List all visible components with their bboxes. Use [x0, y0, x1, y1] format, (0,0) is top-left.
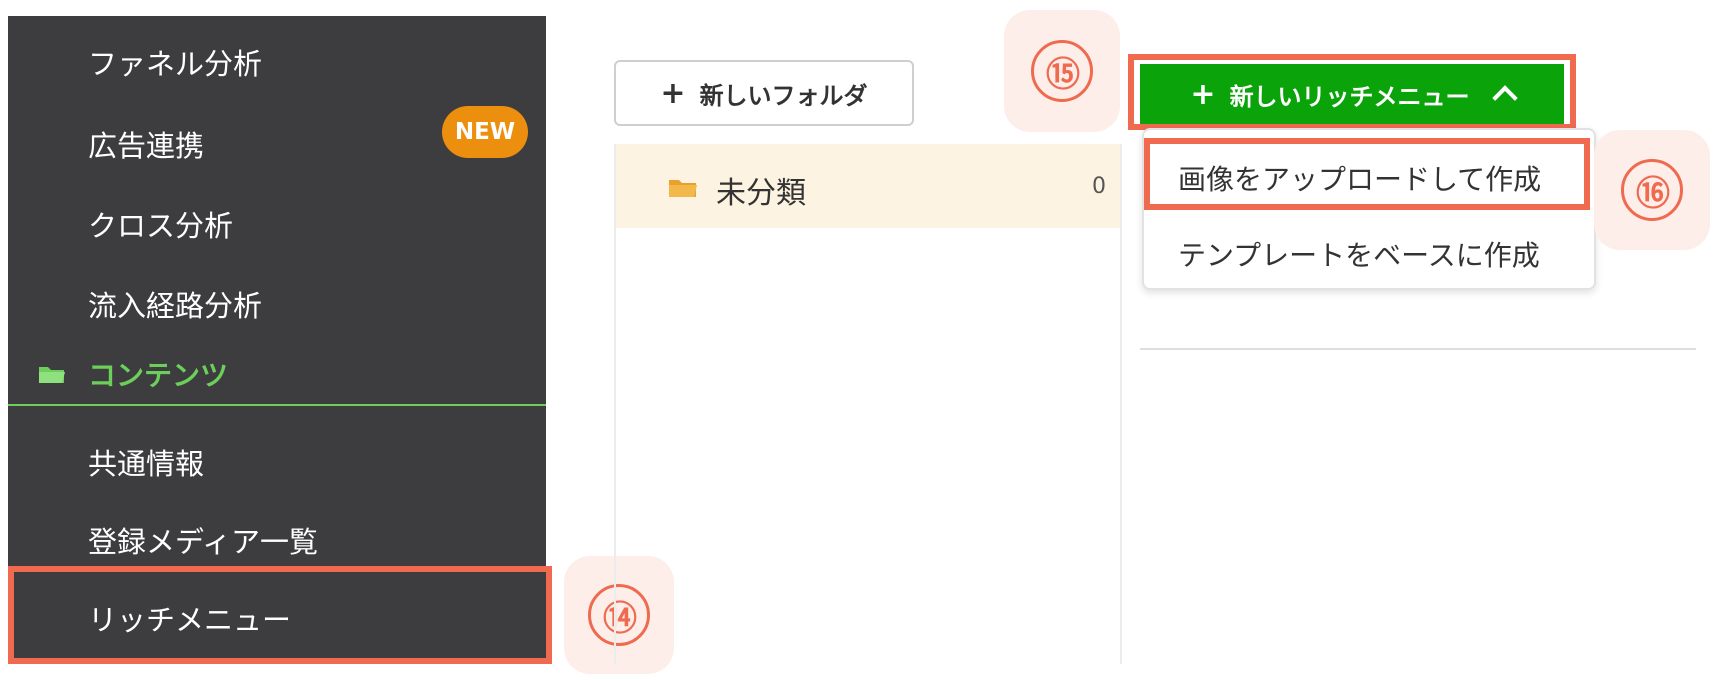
folder-row[interactable]: 未分類 0 — [616, 144, 1120, 228]
folder-count: 0 — [1092, 174, 1106, 199]
step-16-badge: ⑯ — [1594, 130, 1710, 250]
sidebar-item-cross-analysis[interactable]: クロス分析 — [88, 212, 233, 241]
sidebar-section-contents[interactable]: コンテンツ — [38, 354, 228, 394]
sidebar-section-label: コンテンツ — [88, 359, 229, 392]
content-divider — [1140, 348, 1696, 350]
folder-list: 未分類 0 — [614, 144, 1122, 664]
new-rich-menu-label: 新しいリッチメニュー — [1229, 82, 1470, 111]
sidebar-item-media-list[interactable]: 登録メディア一覧 — [88, 528, 318, 557]
folder-icon — [668, 178, 698, 198]
sidebar-item-inflow-route-analysis[interactable]: 流入経路分析 — [88, 292, 262, 321]
new-folder-button[interactable]: + 新しいフォルダ — [614, 60, 914, 126]
highlight-upload-image — [1144, 138, 1590, 210]
new-folder-label: 新しいフォルダ — [699, 81, 868, 110]
plus-icon: + — [660, 75, 686, 111]
plus-icon: + — [1190, 76, 1216, 112]
section-divider — [8, 404, 546, 406]
step-16-number: ⑯ — [1621, 159, 1683, 221]
step-15-badge: ⑮ — [1004, 10, 1120, 132]
chevron-up-icon — [1491, 85, 1518, 111]
folder-name: 未分類 — [716, 176, 806, 211]
menu-item-from-template[interactable]: テンプレートをベースに作成 — [1178, 234, 1540, 274]
highlight-rich-menu — [8, 566, 552, 664]
sidebar-item-funnel-analysis[interactable]: ファネル分析 — [88, 50, 262, 79]
step-15-number: ⑮ — [1031, 40, 1093, 102]
sidebar-item-ad-integration[interactable]: 広告連携 — [88, 132, 204, 161]
sidebar-item-common-info[interactable]: 共通情報 — [88, 450, 204, 479]
new-rich-menu-button[interactable]: + 新しいリッチメニュー — [1140, 64, 1564, 124]
folder-icon — [38, 364, 66, 384]
new-badge: NEW — [442, 106, 528, 158]
